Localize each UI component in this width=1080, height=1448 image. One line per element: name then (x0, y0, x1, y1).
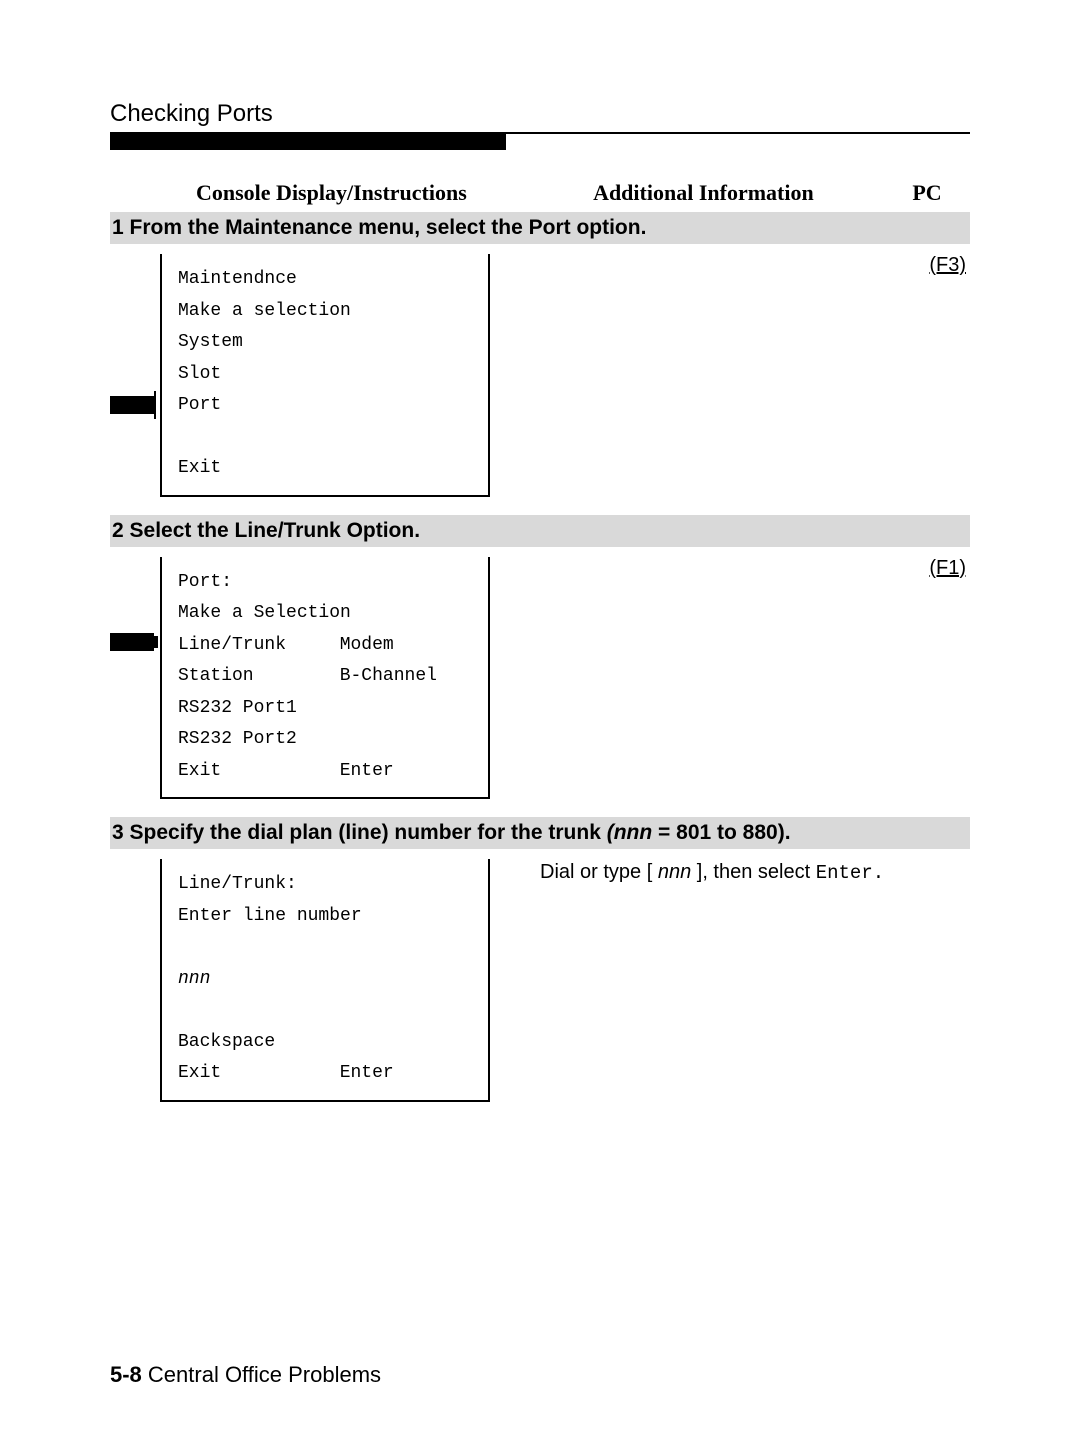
console-display-1: Maintendnce Make a selection System Slot… (160, 254, 490, 497)
header-additional: Additional Information (523, 180, 884, 206)
console-line: Port (178, 390, 472, 422)
console-line: Make a selection (178, 296, 472, 328)
console-line: Port: (178, 567, 472, 599)
step3-row: Line/Trunk: Enter line number nnn Backsp… (110, 859, 970, 1102)
instr-var: nnn (658, 861, 691, 883)
console-display-2: Port: Make a Selection Line/Trunk Modem … (160, 557, 490, 800)
instruction-text: Dial or type [ nnn ], then select Enter. (530, 859, 970, 884)
instr-pre: Dial or type [ (540, 861, 658, 883)
instr-mono: Enter. (816, 862, 884, 884)
step1-row: Maintendnce Make a selection System Slot… (110, 254, 970, 497)
header-pc: PC (884, 180, 970, 206)
console-line: Exit (178, 1058, 221, 1090)
header-console: Console Display/Instructions (110, 180, 523, 206)
step2-row: Port: Make a Selection Line/Trunk Modem … (110, 557, 970, 800)
console-line (178, 995, 472, 1027)
console-line: Exit (178, 756, 221, 788)
step3-title-post: = 801 to 880). (652, 821, 790, 844)
console-line (178, 932, 472, 964)
console-line (178, 422, 472, 454)
console-line: Make a Selection (178, 598, 472, 630)
console-line: Maintendnce (178, 264, 472, 296)
marker-icon (110, 633, 154, 651)
footer-page-num: 5-8 (110, 1362, 142, 1387)
console-line: Enter (340, 756, 472, 788)
console-line: Modem (340, 630, 472, 662)
step3-title-var: (nnn (607, 821, 652, 844)
column-headers: Console Display/Instructions Additional … (110, 180, 970, 212)
instr-mid: ], then select (691, 861, 816, 883)
page-title: Checking Ports (110, 100, 970, 128)
console-line: Line/Trunk (178, 630, 286, 662)
console-line: Slot (178, 359, 472, 391)
console-line: Line/Trunk: (178, 869, 472, 901)
console-line: Station (178, 661, 254, 693)
console-line: RS232 Port2 (178, 724, 472, 756)
footer-text: Central Office Problems (142, 1362, 381, 1387)
step2-title: 2 Select the Line/Trunk Option. (110, 515, 970, 547)
step1-title: 1 From the Maintenance menu, select the … (110, 212, 970, 244)
console-line: Backspace (178, 1027, 472, 1059)
title-underline (110, 132, 970, 150)
console-line: Enter (340, 1058, 472, 1090)
fkey-label: (F1) (929, 557, 970, 584)
console-display-3: Line/Trunk: Enter line number nnn Backsp… (160, 859, 490, 1102)
console-line: System (178, 327, 472, 359)
console-line-var: nnn (178, 964, 472, 996)
console-line: Exit (178, 453, 472, 485)
step3-title: 3 Specify the dial plan (line) number fo… (110, 817, 970, 849)
step3-title-pre: 3 Specify the dial plan (line) number fo… (112, 821, 607, 844)
page-footer: 5-8 Central Office Problems (110, 1362, 970, 1388)
console-line: RS232 Port1 (178, 693, 472, 725)
console-line: B-Channel (340, 661, 472, 693)
console-line: Enter line number (178, 901, 472, 933)
fkey-label: (F3) (929, 254, 970, 281)
marker-icon (110, 396, 154, 414)
